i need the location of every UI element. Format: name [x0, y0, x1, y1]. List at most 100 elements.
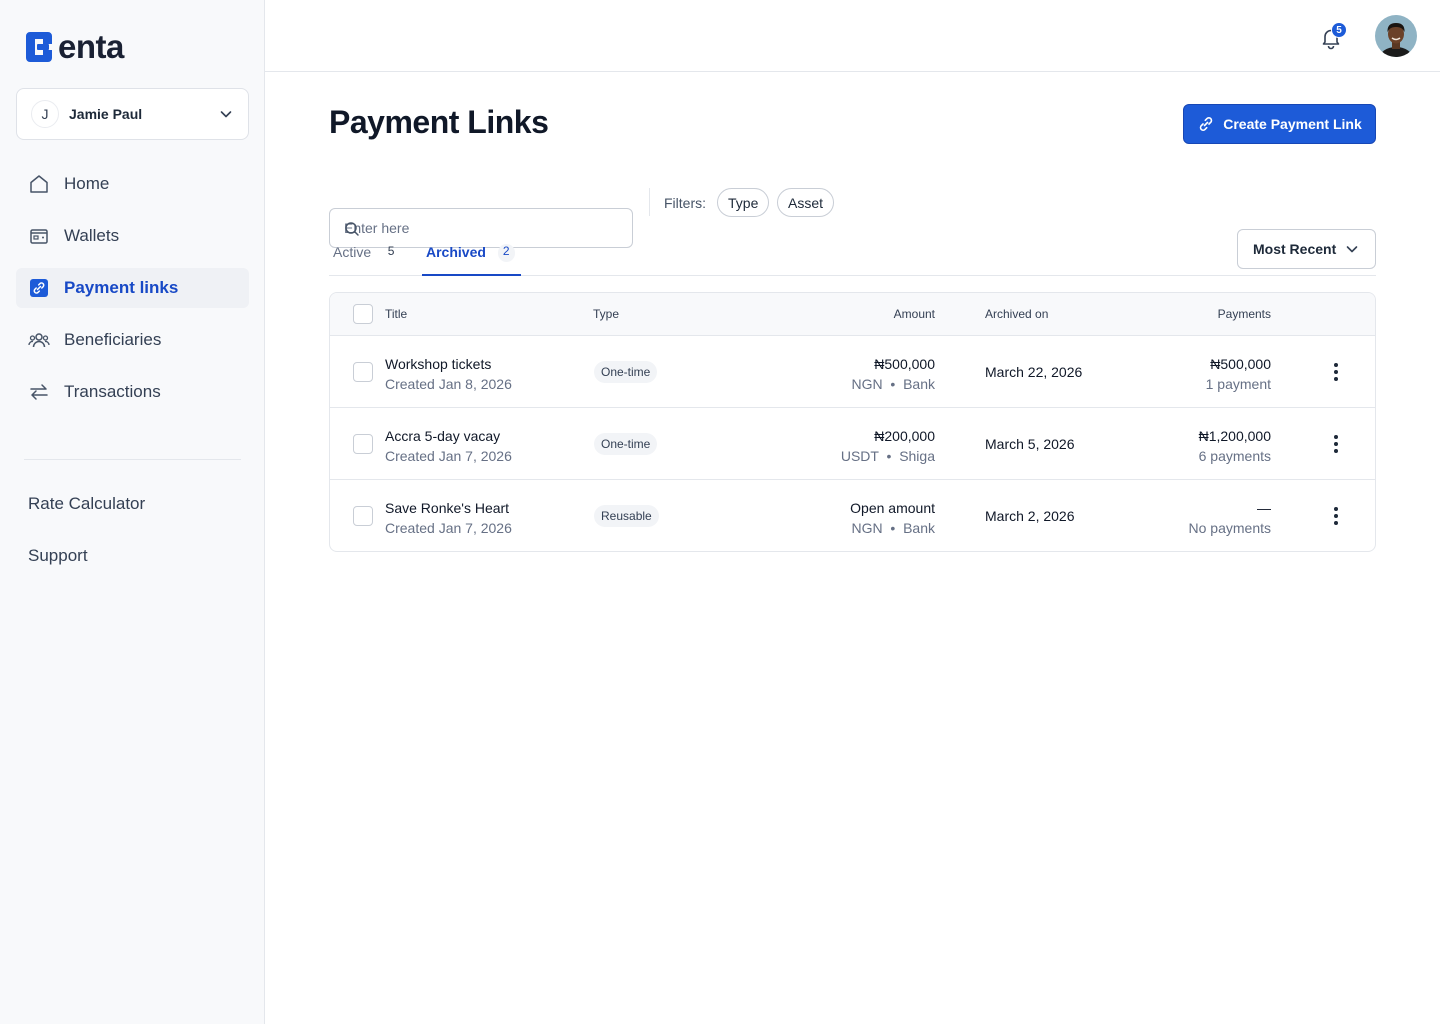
arrows-swap-icon	[28, 381, 50, 403]
type-badge: Reusable	[594, 505, 659, 527]
currency: NGN	[851, 520, 883, 536]
account-name: Jamie Paul	[69, 106, 143, 122]
payments-total: ₦1,200,000	[1198, 428, 1271, 444]
notification-badge: 5	[1331, 22, 1347, 38]
column-header-title: Title	[385, 307, 408, 321]
link-created-date: Created Jan 8, 2026	[385, 376, 512, 392]
create-button-label: Create Payment Link	[1223, 116, 1362, 132]
link-title-cell: Workshop tickets Created Jan 8, 2026	[385, 354, 512, 394]
amount-asset: NGN • Bank	[851, 376, 935, 392]
currency: NGN	[851, 376, 883, 392]
table-header: Title Type Amount Archived on Payments	[330, 293, 1375, 336]
support-link[interactable]: Support	[28, 546, 88, 566]
search-box	[329, 208, 633, 248]
payments-total: —	[1257, 500, 1271, 516]
archived-date: March 5, 2026	[985, 436, 1075, 452]
sort-dropdown[interactable]: Most Recent	[1237, 229, 1376, 269]
sidebar-item-label: Beneficiaries	[64, 330, 162, 349]
chevron-down-icon	[1346, 246, 1358, 253]
payment-links-table: Title Type Amount Archived on Payments W…	[329, 292, 1376, 552]
link-title: Save Ronke's Heart	[385, 500, 510, 516]
select-all-checkbox[interactable]	[353, 304, 373, 324]
amount-cell: ₦200,000 USDT • Shiga	[841, 426, 935, 466]
table-row[interactable]: Save Ronke's Heart Created Jan 7, 2026 R…	[330, 480, 1375, 551]
more-options-icon[interactable]	[1324, 360, 1348, 384]
tab-count: 2	[497, 244, 515, 262]
link-created-date: Created Jan 7, 2026	[385, 520, 512, 536]
sidebar: enta J Jamie Paul Home Wallets Payment l…	[0, 0, 265, 1024]
enta-logo-icon	[26, 32, 52, 62]
filters-label: Filters:	[664, 195, 706, 211]
wallet-icon	[28, 225, 50, 247]
main-nav: Home Wallets Payment links Beneficiaries…	[16, 164, 249, 424]
tab-count: 5	[387, 244, 395, 258]
payments-count: No payments	[1188, 520, 1271, 536]
method: Bank	[903, 520, 935, 536]
link-icon	[1200, 117, 1213, 131]
sidebar-item-home[interactable]: Home	[16, 164, 249, 204]
more-options-icon[interactable]	[1324, 432, 1348, 456]
tab-label: Active	[333, 244, 372, 260]
amount-value: ₦200,000	[874, 428, 935, 444]
top-bar: 5	[265, 0, 1440, 72]
brand-name: enta	[58, 28, 124, 65]
page-title: Payment Links	[329, 104, 549, 140]
create-payment-link-button[interactable]: Create Payment Link	[1183, 104, 1376, 144]
amount-cell: Open amount NGN • Bank	[850, 498, 935, 538]
account-switcher[interactable]: J Jamie Paul	[16, 88, 249, 140]
archived-date: March 22, 2026	[985, 364, 1083, 380]
filter-chip-type[interactable]: Type	[717, 188, 770, 217]
amount-value: ₦500,000	[874, 356, 935, 372]
link-title-cell: Save Ronke's Heart Created Jan 7, 2026	[385, 498, 512, 538]
link-title: Accra 5-day vacay	[385, 428, 501, 444]
sidebar-item-transactions[interactable]: Transactions	[16, 372, 249, 412]
method: Shiga	[899, 448, 935, 464]
link-icon	[28, 277, 50, 299]
link-created-date: Created Jan 7, 2026	[385, 448, 512, 464]
column-header-amount: Amount	[893, 307, 935, 321]
method: Bank	[903, 376, 935, 392]
search-icon	[345, 222, 359, 236]
account-initial: J	[31, 100, 59, 128]
column-header-payments: Payments	[1217, 307, 1271, 321]
table-row[interactable]: Accra 5-day vacay Created Jan 7, 2026 On…	[330, 408, 1375, 480]
amount-cell: ₦500,000 NGN • Bank	[851, 354, 935, 394]
filter-chip-asset[interactable]: Asset	[777, 188, 835, 217]
brand-logo[interactable]: enta	[24, 30, 124, 64]
payments-cell: ₦500,000 1 payment	[1206, 354, 1271, 394]
archived-date: March 2, 2026	[985, 508, 1075, 524]
sidebar-item-label: Wallets	[64, 226, 120, 245]
payments-cell: ₦1,200,000 6 payments	[1199, 426, 1271, 466]
sidebar-item-beneficiaries[interactable]: Beneficiaries	[16, 320, 249, 360]
sidebar-item-wallets[interactable]: Wallets	[16, 216, 249, 256]
amount-asset: NGN • Bank	[851, 520, 935, 536]
sidebar-item-label: Payment links	[64, 278, 179, 297]
sort-label: Most Recent	[1253, 241, 1337, 257]
users-icon	[28, 329, 50, 351]
column-header-type: Type	[593, 307, 620, 321]
tab-archived[interactable]: Archived 2	[422, 244, 521, 276]
type-badge: One-time	[594, 361, 658, 383]
table-row[interactable]: Workshop tickets Created Jan 8, 2026 One…	[330, 336, 1375, 408]
more-options-icon[interactable]	[1324, 504, 1348, 528]
sidebar-item-payment-links[interactable]: Payment links	[16, 268, 249, 308]
row-checkbox[interactable]	[353, 362, 373, 382]
link-title: Workshop tickets	[385, 356, 492, 372]
payments-count: 6 payments	[1198, 448, 1271, 464]
tab-label: Archived	[426, 244, 486, 260]
home-icon	[28, 173, 50, 195]
search-input[interactable]	[344, 220, 604, 236]
type-badge: One-time	[594, 433, 658, 455]
payments-count: 1 payment	[1205, 376, 1271, 392]
column-header-archived-on: Archived on	[985, 307, 1049, 321]
rate-calculator-link[interactable]: Rate Calculator	[28, 494, 145, 514]
payments-cell: — No payments	[1189, 498, 1271, 538]
row-checkbox[interactable]	[353, 434, 373, 454]
currency: USDT	[840, 448, 879, 464]
tab-active[interactable]: Active 5	[329, 244, 403, 276]
chevron-down-icon	[220, 111, 232, 118]
row-checkbox[interactable]	[353, 506, 373, 526]
sidebar-divider	[24, 459, 241, 460]
user-avatar[interactable]	[1375, 15, 1417, 57]
amount-asset: USDT • Shiga	[840, 448, 935, 464]
